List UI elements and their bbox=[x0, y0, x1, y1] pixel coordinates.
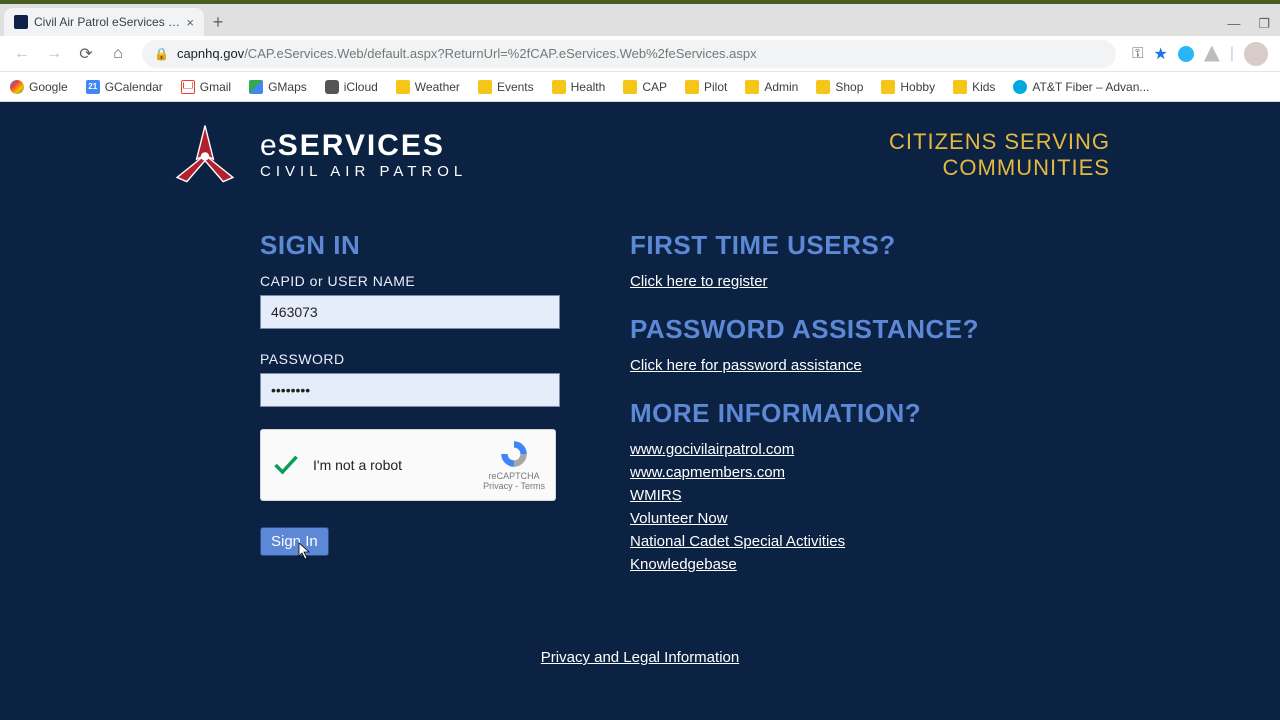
bookmark-att[interactable]: AT&T Fiber – Advan... bbox=[1013, 80, 1149, 94]
forward-button[interactable]: → bbox=[40, 40, 68, 68]
brand-title: eSERVICES bbox=[260, 130, 467, 162]
gmaps-icon bbox=[249, 80, 263, 94]
motto-text: CITIZENS SERVING COMMUNITIES bbox=[889, 129, 1110, 182]
first-time-heading: FIRST TIME USERS? bbox=[630, 230, 1110, 261]
address-bar[interactable]: 🔒 capnhq.gov/CAP.eServices.Web/default.a… bbox=[142, 40, 1116, 68]
folder-icon bbox=[816, 80, 830, 94]
password-key-icon[interactable]: ⚿ bbox=[1132, 45, 1143, 62]
recaptcha-logo-icon bbox=[498, 438, 530, 470]
bookmark-weather[interactable]: Weather bbox=[396, 80, 460, 94]
bookmark-kids[interactable]: Kids bbox=[953, 80, 995, 94]
register-link[interactable]: Click here to register bbox=[630, 273, 768, 290]
signin-column: SIGN IN CAPID or USER NAME PASSWORD I'm … bbox=[260, 230, 570, 579]
home-button[interactable]: ⌂ bbox=[104, 40, 132, 68]
folder-icon bbox=[623, 80, 637, 94]
more-info-heading: MORE INFORMATION? bbox=[630, 398, 1110, 429]
page-footer: Privacy and Legal Information bbox=[170, 619, 1110, 666]
cap-propeller-logo-icon bbox=[170, 120, 240, 190]
window-controls: — ❐ bbox=[1227, 16, 1270, 32]
bookmark-pilot[interactable]: Pilot bbox=[685, 80, 727, 94]
recaptcha-widget[interactable]: I'm not a robot reCAPTCHA Privacy - Term… bbox=[260, 429, 556, 501]
folder-icon bbox=[685, 80, 699, 94]
recaptcha-badge: reCAPTCHA Privacy - Terms bbox=[483, 438, 545, 492]
google-icon bbox=[10, 80, 24, 94]
password-assistance-heading: PASSWORD ASSISTANCE? bbox=[630, 314, 1110, 345]
bookmark-gmaps[interactable]: GMaps bbox=[249, 80, 307, 94]
recaptcha-checkmark-icon bbox=[271, 450, 301, 480]
folder-icon bbox=[953, 80, 967, 94]
bookmark-star-icon[interactable]: ★ bbox=[1154, 44, 1168, 64]
capid-input[interactable] bbox=[260, 295, 560, 329]
folder-icon bbox=[552, 80, 566, 94]
reload-button[interactable]: ⟳ bbox=[72, 40, 100, 68]
bookmark-cap[interactable]: CAP bbox=[623, 80, 667, 94]
bookmark-gcalendar[interactable]: 21GCalendar bbox=[86, 80, 163, 94]
close-icon[interactable]: × bbox=[186, 15, 194, 30]
bookmark-shop[interactable]: Shop bbox=[816, 80, 863, 94]
info-link-capmembers[interactable]: www.capmembers.com bbox=[630, 464, 1110, 481]
folder-icon bbox=[745, 80, 759, 94]
att-icon bbox=[1013, 80, 1027, 94]
back-button[interactable]: ← bbox=[8, 40, 36, 68]
recaptcha-label: I'm not a robot bbox=[313, 457, 483, 473]
browser-tab[interactable]: Civil Air Patrol eServices Sign In × bbox=[4, 8, 204, 36]
apple-icon bbox=[325, 80, 339, 94]
password-assistance-link[interactable]: Click here for password assistance bbox=[630, 357, 862, 374]
minimize-icon[interactable]: — bbox=[1227, 16, 1240, 32]
bookmark-health[interactable]: Health bbox=[552, 80, 606, 94]
info-link-volunteer[interactable]: Volunteer Now bbox=[630, 510, 1110, 527]
signin-button[interactable]: Sign In bbox=[260, 527, 329, 556]
extension-drive-icon[interactable] bbox=[1204, 46, 1220, 62]
bookmarks-bar: Google 21GCalendar Gmail GMaps iCloud We… bbox=[0, 72, 1280, 102]
url-text: capnhq.gov/CAP.eServices.Web/default.asp… bbox=[177, 46, 757, 61]
page-header: eSERVICES CIVIL AIR PATROL CITIZENS SERV… bbox=[170, 112, 1110, 210]
lock-icon: 🔒 bbox=[154, 47, 169, 61]
tab-title: Civil Air Patrol eServices Sign In bbox=[34, 15, 180, 29]
profile-avatar[interactable] bbox=[1244, 42, 1268, 66]
maximize-icon[interactable]: ❐ bbox=[1258, 16, 1270, 32]
bookmark-google[interactable]: Google bbox=[10, 80, 68, 94]
info-link-ncsa[interactable]: National Cadet Special Activities bbox=[630, 533, 1110, 550]
bookmark-events[interactable]: Events bbox=[478, 80, 534, 94]
bookmark-admin[interactable]: Admin bbox=[745, 80, 798, 94]
browser-toolbar: ← → ⟳ ⌂ 🔒 capnhq.gov/CAP.eServices.Web/d… bbox=[0, 36, 1280, 72]
folder-icon bbox=[881, 80, 895, 94]
calendar-icon: 21 bbox=[86, 80, 100, 94]
page-content: eSERVICES CIVIL AIR PATROL CITIZENS SERV… bbox=[0, 102, 1280, 720]
extension-cloud-icon[interactable] bbox=[1178, 46, 1194, 62]
tab-strip: Civil Air Patrol eServices Sign In × + —… bbox=[0, 4, 1280, 36]
info-link-knowledgebase[interactable]: Knowledgebase bbox=[630, 556, 1110, 573]
bookmark-icloud[interactable]: iCloud bbox=[325, 80, 378, 94]
signin-heading: SIGN IN bbox=[260, 230, 570, 261]
folder-icon bbox=[396, 80, 410, 94]
new-tab-button[interactable]: + bbox=[204, 8, 232, 36]
folder-icon bbox=[478, 80, 492, 94]
password-label: PASSWORD bbox=[260, 351, 570, 367]
info-link-gocivilairpatrol[interactable]: www.gocivilairpatrol.com bbox=[630, 441, 1110, 458]
info-link-wmirs[interactable]: WMIRS bbox=[630, 487, 1110, 504]
privacy-legal-link[interactable]: Privacy and Legal Information bbox=[170, 649, 1110, 666]
info-column: FIRST TIME USERS? Click here to register… bbox=[630, 230, 1110, 579]
brand-subtitle: CIVIL AIR PATROL bbox=[260, 164, 467, 180]
capid-label: CAPID or USER NAME bbox=[260, 273, 570, 289]
gmail-icon bbox=[181, 80, 195, 94]
password-input[interactable] bbox=[260, 373, 560, 407]
bookmark-hobby[interactable]: Hobby bbox=[881, 80, 935, 94]
favicon-icon bbox=[14, 15, 28, 29]
bookmark-gmail[interactable]: Gmail bbox=[181, 80, 231, 94]
